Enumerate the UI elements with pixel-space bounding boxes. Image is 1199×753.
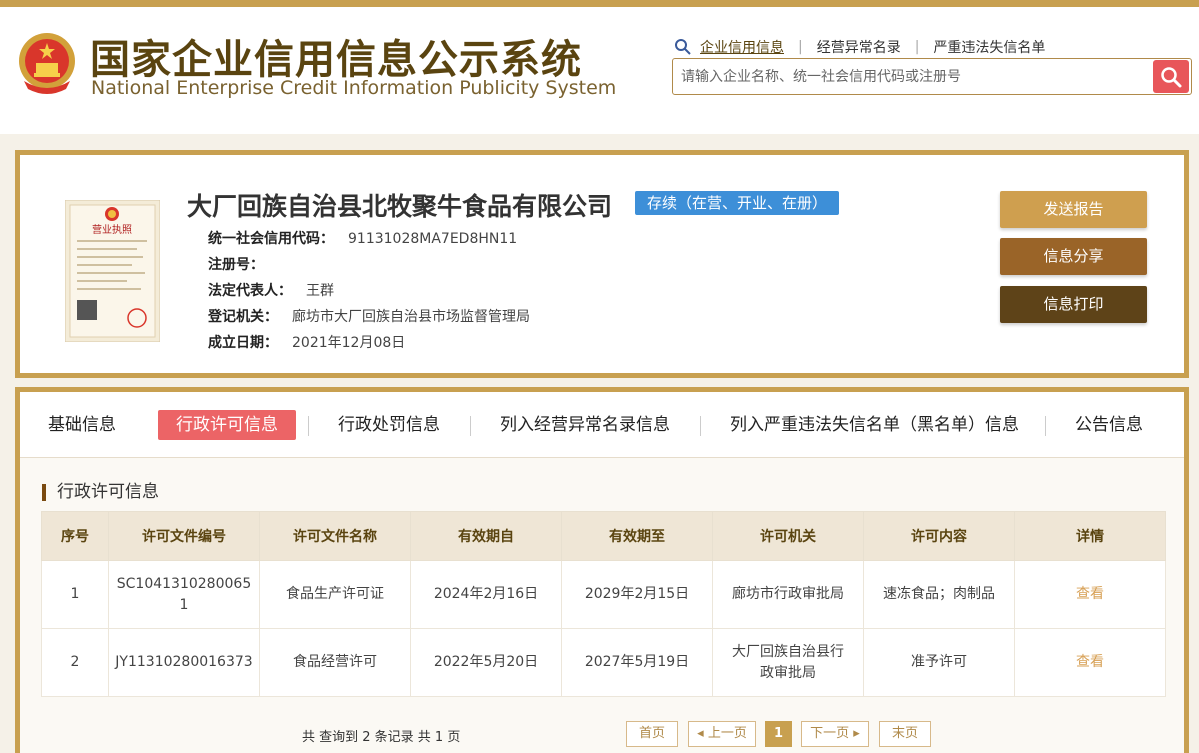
current-page-button[interactable]: 1: [765, 721, 792, 747]
last-page-button[interactable]: 末页: [879, 721, 931, 747]
table-header-row: 序号 许可文件编号 许可文件名称 有效期自 有效期至 许可机关 许可内容 详情: [41, 511, 1166, 561]
tab-admin-license[interactable]: 行政许可信息: [158, 410, 296, 440]
tab-blacklist[interactable]: 列入严重违法失信名单（黑名单）信息: [730, 410, 1019, 440]
search-icon: [675, 39, 691, 55]
field-est-date: 成立日期： 2021年12月08日: [208, 335, 406, 351]
field-reg-no: 注册号：: [208, 257, 264, 273]
tab-admin-penalty[interactable]: 行政处罚信息: [338, 410, 440, 440]
company-panel: 营业执照 大厂回族自治县北牧聚牛食品有限公司 存续（在营、开业、在册） 统一社会…: [15, 150, 1189, 378]
col-header: 有效期自: [410, 511, 562, 561]
view-details-link[interactable]: 查看: [1076, 654, 1104, 670]
tab-announcements[interactable]: 公告信息: [1075, 410, 1143, 440]
license-table: 序号 许可文件编号 许可文件名称 有效期自 有效期至 许可机关 许可内容 详情 …: [41, 511, 1166, 697]
section-title: 行政许可信息: [42, 484, 159, 501]
col-header: 序号: [41, 511, 109, 561]
search-input[interactable]: [673, 59, 1153, 94]
link-abnormal-list[interactable]: 经营异常名录: [817, 37, 901, 57]
main-section: 基础信息 行政许可信息 行政处罚信息 列入经营异常名录信息 列入严重违法失信名单…: [15, 387, 1189, 753]
site-header: 国家企业信用信息公示系统 National Enterprise Credit …: [0, 0, 1199, 134]
share-button[interactable]: 信息分享: [1000, 238, 1147, 275]
license-label: 营业执照: [92, 223, 132, 236]
col-header: 有效期至: [561, 511, 713, 561]
company-name: 大厂回族自治县北牧聚牛食品有限公司: [187, 192, 613, 221]
col-header: 许可机关: [712, 511, 864, 561]
field-reg-authority: 登记机关： 廊坊市大厂回族自治县市场监督管理局: [208, 309, 530, 325]
view-details-link[interactable]: 查看: [1076, 586, 1104, 602]
chevron-right-icon: ▸: [849, 726, 860, 741]
status-badge: 存续（在营、开业、在册）: [635, 191, 840, 215]
table-row: 1 SC10413102800651 食品生产许可证 2024年2月16日 20…: [41, 560, 1166, 629]
field-credit-code: 统一社会信用代码： 91131028MA7ED8HN11: [208, 231, 518, 247]
prev-page-button[interactable]: ◂ 上一页: [688, 721, 756, 747]
chevron-left-icon: ◂: [697, 726, 708, 741]
national-emblem-icon: [19, 33, 75, 94]
send-report-button[interactable]: 发送报告: [1000, 191, 1147, 228]
top-links: 企业信用信息 | 经营异常名录 | 严重违法失信名单: [674, 37, 1045, 57]
col-header: 许可文件名称: [259, 511, 411, 561]
search-button[interactable]: [1153, 60, 1189, 93]
search-box: [672, 58, 1192, 95]
site-title-en: National Enterprise Credit Information P…: [91, 77, 617, 99]
business-license-image: 营业执照: [65, 200, 160, 342]
col-header: 详情: [1014, 511, 1166, 561]
link-blacklist[interactable]: 严重违法失信名单: [933, 37, 1045, 57]
pagination-summary: 共 查询到 2 条记录 共 1 页: [302, 730, 461, 745]
print-button[interactable]: 信息打印: [1000, 286, 1147, 323]
field-legal-rep: 法定代表人： 王群: [208, 283, 334, 299]
tab-bar: 基础信息 行政许可信息 行政处罚信息 列入经营异常名录信息 列入严重违法失信名单…: [20, 392, 1184, 458]
tab-basic-info[interactable]: 基础信息: [48, 410, 116, 440]
col-header: 许可内容: [863, 511, 1015, 561]
col-header: 许可文件编号: [108, 511, 260, 561]
search-icon: [1161, 66, 1182, 87]
tab-abnormal-list[interactable]: 列入经营异常名录信息: [500, 410, 670, 440]
link-credit-info[interactable]: 企业信用信息: [700, 37, 784, 57]
first-page-button[interactable]: 首页: [626, 721, 678, 747]
next-page-button[interactable]: 下一页 ▸: [801, 721, 869, 747]
table-row: 2 JY11310280016373 食品经营许可 2022年5月20日 202…: [41, 628, 1166, 697]
